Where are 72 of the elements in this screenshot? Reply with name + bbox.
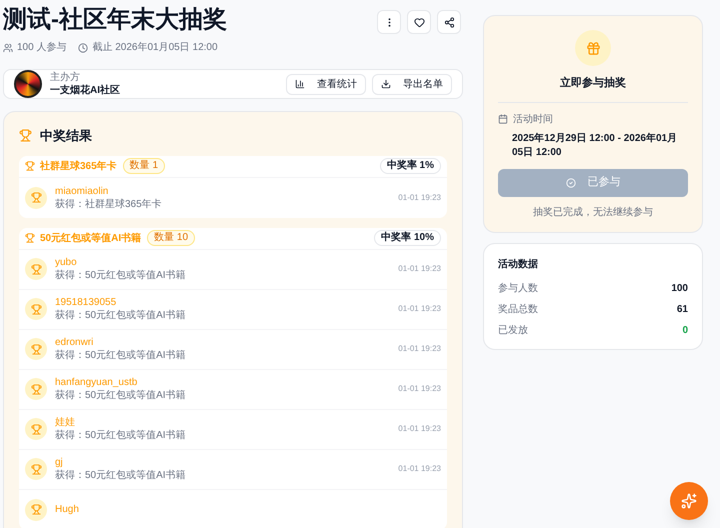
winner-name: 娃娃 [55,416,76,429]
organizer-label: 主办方 [50,70,81,84]
trophy-icon [19,129,32,142]
page-title: 测试-社区年末大抽奖 [3,5,227,35]
clock-icon [78,42,88,52]
win-time: 01-01 19:23 [398,192,441,204]
check-icon [566,178,576,188]
quantity-badge: 数量 1 [122,158,166,174]
stats-button[interactable]: 查看统计 [286,74,366,94]
win-rate-badge: 中奖率 10% [374,230,441,246]
organizer-logo [14,70,42,98]
bar-chart-icon [295,79,305,89]
stat-label: 已发放 [498,324,528,338]
stats-title: 活动数据 [498,258,539,272]
win-time: 01-01 19:23 [398,343,441,355]
ai-assistant-button[interactable] [670,482,708,520]
win-time: 01-01 19:23 [398,423,441,435]
prize-text: 获得：50元红包或等值AI书籍 [55,349,186,362]
export-button[interactable]: 导出名单 [372,74,452,94]
share-button[interactable] [437,10,461,34]
winner-name: edronwri [55,336,94,349]
quantity-badge: 数量 10 [147,230,196,246]
trophy-avatar [25,418,47,440]
calendar-icon [498,114,508,124]
deadline: 截止 2026年01月05日 12:00 [92,40,218,55]
trophy-avatar [25,298,47,320]
trophy-avatar [25,378,47,400]
winner-name: Hugh [55,503,79,516]
participant-count: 100 人参与 [17,40,66,55]
winner-name: miaomiaolin [55,184,110,198]
win-time: 01-01 19:23 [398,303,441,315]
join-title: 立即参与抽奖 [560,76,626,91]
trophy-icon [25,161,35,171]
stat-value: 0 [682,324,688,338]
prize-name: 50元红包或等值AI书籍 [40,232,142,246]
share-icon [444,16,454,28]
stat-label: 奖品总数 [498,302,538,316]
organizer-name: 一支烟花AI社区 [50,84,120,98]
activity-time: 2025年12月29日 12:00 - 2026年01月05日 12:00 [511,132,678,160]
trophy-avatar [25,458,47,480]
heart-icon [414,16,424,28]
trophy-avatar [25,338,47,360]
completion-note: 抽奖已完成，无法继续参与 [533,206,653,220]
winner-name: 19518139055 [55,296,118,309]
stat-value: 100 [671,282,688,296]
trophy-avatar [25,258,47,280]
trophy-avatar [25,186,47,208]
time-label: 活动时间 [513,112,553,126]
gift-badge [575,30,611,66]
heart-button[interactable] [407,10,431,34]
prize-text: 获得：50元红包或等值AI书籍 [55,269,186,282]
stat-label: 参与人数 [498,282,538,296]
win-rate-badge: 中奖率 1% [380,158,441,174]
winner-name: yubo [55,256,78,269]
winner-name: gj [55,456,64,469]
win-time: 01-01 19:23 [398,383,441,395]
prize-name: 社群星球365年卡 [40,160,117,174]
results-title: 中奖结果 [40,127,92,145]
people-icon [3,42,13,52]
winner-name: hanfangyuan_ustb [55,376,138,389]
download-icon [381,79,391,89]
prize-text: 获得：社群星球365年卡 [55,198,162,210]
prize-text: 获得：50元红包或等值AI书籍 [55,469,186,482]
sparkle-icon [681,493,697,509]
stat-value: 61 [676,302,688,316]
prize-text: 获得：50元红包或等值AI书籍 [55,309,186,322]
win-time: 01-01 19:23 [398,263,441,275]
trophy-avatar [25,498,47,520]
prize-text: 获得：50元红包或等值AI书籍 [55,389,186,402]
win-time: 01-01 19:23 [398,463,441,475]
prize-text: 获得：50元红包或等值AI书籍 [55,429,186,442]
trophy-icon [25,233,35,243]
